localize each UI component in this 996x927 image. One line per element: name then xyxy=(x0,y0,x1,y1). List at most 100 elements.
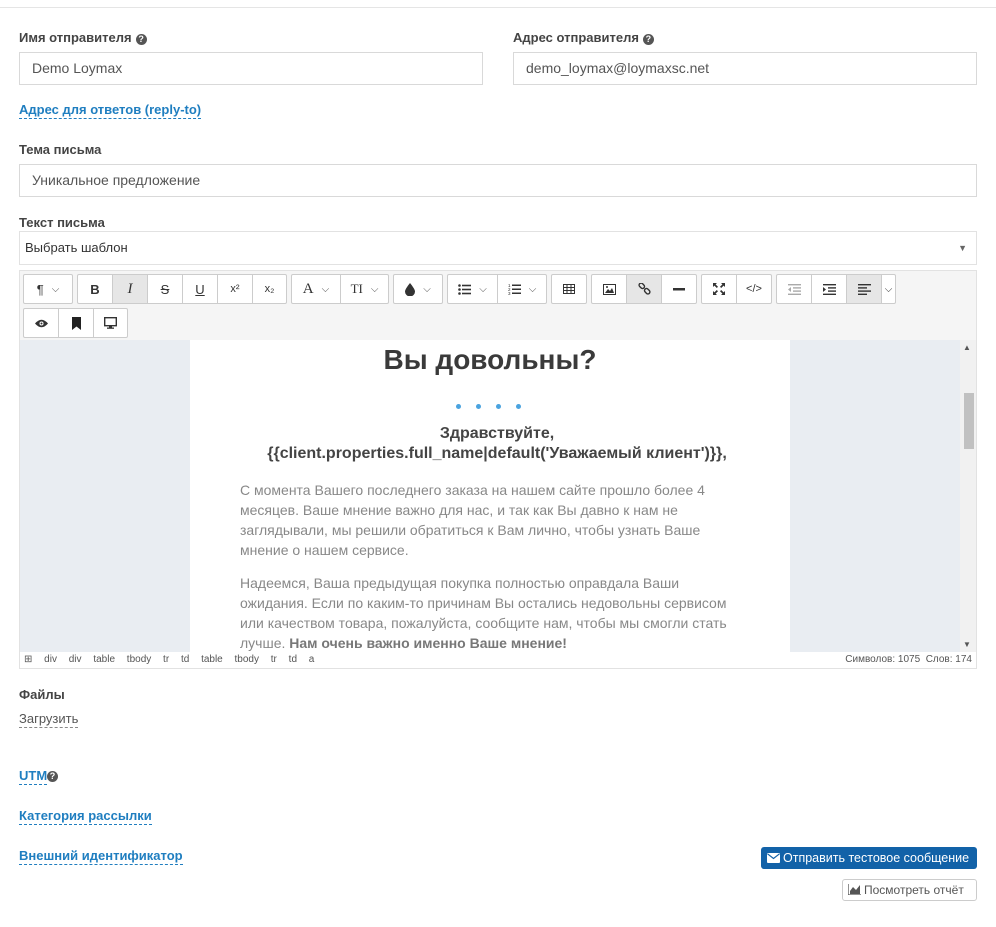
path-item[interactable]: td xyxy=(289,654,297,665)
path-item[interactable]: tbody xyxy=(235,654,259,665)
decorative-dots xyxy=(456,396,536,414)
subject-input[interactable]: Уникальное предложение xyxy=(19,164,977,197)
bookmark-button[interactable] xyxy=(59,309,94,337)
insert-image-button[interactable] xyxy=(592,275,627,303)
align-left-icon xyxy=(857,283,871,295)
send-test-message-button[interactable]: Отправить тестовое сообщение xyxy=(761,847,977,869)
view-report-button[interactable]: Посмотреть отчёт xyxy=(842,879,977,901)
bullet-list-button[interactable]: ⌵ xyxy=(448,275,498,303)
element-path: ⊞ div div table tbody tr td table tbody … xyxy=(20,654,323,665)
reply-to-link[interactable]: Адрес для ответов (reply-to) xyxy=(19,102,202,119)
indent-button[interactable] xyxy=(812,275,847,303)
insert-link-button[interactable] xyxy=(627,275,662,303)
table-group xyxy=(551,274,587,304)
email-heading: Вы довольны? xyxy=(383,344,597,375)
path-item[interactable]: div xyxy=(44,654,57,665)
word-count: Символов: 1075 Слов: 174 xyxy=(845,654,972,665)
chevron-down-icon: ⌵ xyxy=(479,283,487,295)
email-paragraph-1: С момента Вашего последнего заказа на на… xyxy=(240,482,705,558)
path-item[interactable]: tr xyxy=(271,654,277,665)
outdent-icon xyxy=(787,283,801,295)
chevron-down-icon: ⌵ xyxy=(321,283,330,295)
path-item[interactable]: div xyxy=(69,654,82,665)
underline-button[interactable]: U xyxy=(183,275,218,303)
chevron-down-icon: ⌵ xyxy=(528,283,537,295)
color-group: ⌵ xyxy=(393,274,443,304)
numbered-list-icon: 123 xyxy=(508,283,521,295)
path-item[interactable]: td xyxy=(181,654,189,665)
editor-status-bar: ⊞ div div table tbody tr td table tbody … xyxy=(20,652,976,668)
color-drop-icon xyxy=(405,282,416,296)
superscript-button[interactable]: x² xyxy=(218,275,253,303)
scroll-up-icon[interactable]: ▲ xyxy=(963,343,971,352)
paragraph-format-button[interactable]: ¶ ⌵ xyxy=(24,275,72,303)
chevron-down-icon: ⌵ xyxy=(423,283,431,295)
sender-address-input[interactable]: demo_loymax@loymaxsc.net xyxy=(513,52,977,85)
strikethrough-button[interactable]: S xyxy=(148,275,183,303)
path-item[interactable]: a xyxy=(309,654,315,665)
chevron-down-icon: ⌵ xyxy=(370,283,379,295)
font-size-button[interactable]: TI ⌵ xyxy=(341,275,388,303)
align-dropdown-button[interactable]: ⌵ xyxy=(882,275,895,303)
files-label: Файлы xyxy=(19,687,65,702)
caret-down-icon: ▼ xyxy=(958,243,967,253)
chevron-down-icon: ⌵ xyxy=(51,283,60,295)
preview-group xyxy=(23,308,128,338)
code-icon: </> xyxy=(746,283,762,295)
utm-link[interactable]: UTM xyxy=(19,768,48,785)
path-item[interactable]: tbody xyxy=(127,654,151,665)
horizontal-rule-button[interactable] xyxy=(662,275,696,303)
svg-text:3: 3 xyxy=(508,291,511,295)
email-paragraph-2: Надеемся, Ваша предыдущая покупка полнос… xyxy=(240,575,727,651)
indent-icon xyxy=(822,283,836,295)
preview-button[interactable] xyxy=(24,309,59,337)
sender-address-label: Адрес отправителя? xyxy=(513,30,654,45)
scrollbar-thumb[interactable] xyxy=(964,393,974,449)
help-icon[interactable]: ? xyxy=(135,34,147,45)
fullscreen-button[interactable] xyxy=(702,275,737,303)
chevron-down-icon: ⌵ xyxy=(884,283,893,295)
text-style-group: B I S U x² x₂ xyxy=(77,274,287,304)
editor-scrollbar[interactable]: ▲ ▼ xyxy=(960,340,976,652)
numbered-list-button[interactable]: 1 2 3 ⌵ xyxy=(498,275,546,303)
email-greeting: Здравствуйте, {{client.properties.full_n… xyxy=(267,425,727,462)
image-icon xyxy=(602,283,616,295)
help-icon[interactable]: ? xyxy=(47,771,58,782)
font-group: A ⌵ TI ⌵ xyxy=(291,274,389,304)
horizontal-line-icon xyxy=(673,287,685,290)
path-item[interactable]: tr xyxy=(163,654,169,665)
email-sheet: Вы довольны? Здравствуйте, {{client.prop… xyxy=(190,340,790,652)
scroll-down-icon[interactable]: ▼ xyxy=(963,640,971,649)
table-icon xyxy=(563,284,575,294)
element-path-icon: ⊞ xyxy=(24,654,33,665)
align-button[interactable] xyxy=(847,275,882,303)
insert-table-button[interactable] xyxy=(552,275,586,303)
upload-link[interactable]: Загрузить xyxy=(19,711,79,728)
bold-button[interactable]: B xyxy=(78,275,113,303)
external-id-link[interactable]: Внешний идентификатор xyxy=(19,848,183,865)
subject-label: Тема письма xyxy=(19,142,102,157)
path-item[interactable]: table xyxy=(93,654,115,665)
indent-align-group: ⌵ xyxy=(776,274,896,304)
mailing-category-link[interactable]: Категория рассылки xyxy=(19,808,152,825)
italic-button[interactable]: I xyxy=(113,275,148,303)
text-color-button[interactable]: ⌵ xyxy=(394,275,442,303)
subscript-button[interactable]: x₂ xyxy=(253,275,286,303)
sender-name-input[interactable]: Demo Loymax xyxy=(19,52,483,85)
desktop-view-button[interactable] xyxy=(94,309,127,337)
path-item[interactable]: table xyxy=(201,654,223,665)
help-icon[interactable]: ? xyxy=(642,34,654,45)
font-family-button[interactable]: A ⌵ xyxy=(292,275,341,303)
outdent-button[interactable] xyxy=(777,275,812,303)
monitor-icon xyxy=(104,317,117,329)
body-label: Текст письма xyxy=(19,215,105,230)
paragraph-format-group: ¶ ⌵ xyxy=(23,274,73,304)
editor-canvas[interactable]: Вы довольны? Здравствуйте, {{client.prop… xyxy=(20,340,961,652)
code-view-button[interactable]: </> xyxy=(737,275,771,303)
sender-name-label: Имя отправителя? xyxy=(19,30,147,45)
eye-icon xyxy=(34,319,48,327)
view-group: </> xyxy=(701,274,772,304)
envelope-icon xyxy=(767,853,780,863)
top-divider xyxy=(0,7,996,8)
template-select[interactable]: Выбрать шаблон ▼ xyxy=(19,231,977,265)
